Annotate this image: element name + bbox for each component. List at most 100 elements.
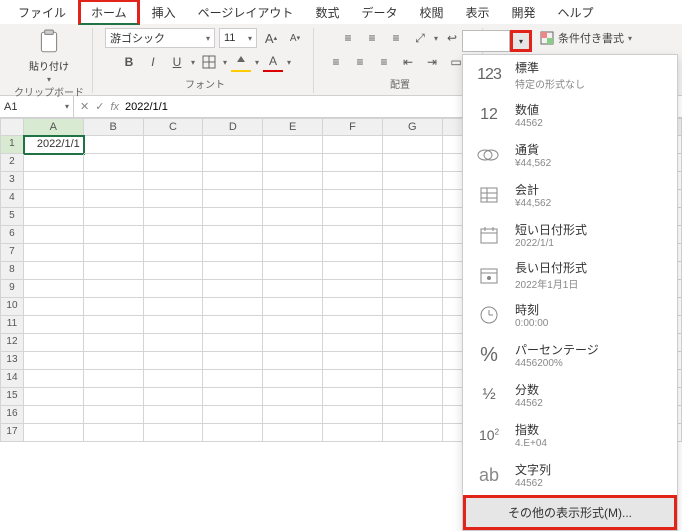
cell[interactable]: [323, 316, 383, 334]
cell[interactable]: [263, 280, 323, 298]
font-name-select[interactable]: 游ゴシック ▾: [105, 28, 215, 48]
cell[interactable]: [263, 226, 323, 244]
menu-file[interactable]: ファイル: [8, 2, 76, 23]
row-header[interactable]: 17: [0, 424, 24, 442]
cell[interactable]: [323, 136, 383, 154]
cancel-formula-icon[interactable]: ✕: [80, 100, 89, 113]
column-header[interactable]: E: [263, 118, 323, 136]
row-header[interactable]: 11: [0, 316, 24, 334]
cell[interactable]: [323, 424, 383, 442]
cell[interactable]: [203, 352, 263, 370]
cell[interactable]: [203, 190, 263, 208]
cell[interactable]: [144, 316, 204, 334]
cell[interactable]: [323, 262, 383, 280]
menu-formulas[interactable]: 数式: [305, 2, 349, 23]
cell[interactable]: [203, 370, 263, 388]
cell[interactable]: [323, 280, 383, 298]
cell[interactable]: [323, 406, 383, 424]
cell[interactable]: [84, 262, 144, 280]
cell[interactable]: [24, 172, 84, 190]
italic-button[interactable]: I: [143, 52, 163, 72]
cell[interactable]: [84, 136, 144, 154]
cell[interactable]: [383, 172, 443, 190]
cell[interactable]: [323, 370, 383, 388]
cell[interactable]: [383, 406, 443, 424]
cell[interactable]: [144, 190, 204, 208]
cell[interactable]: [203, 280, 263, 298]
cell[interactable]: [84, 172, 144, 190]
column-header[interactable]: C: [144, 118, 204, 136]
cell[interactable]: [383, 136, 443, 154]
cell[interactable]: [84, 388, 144, 406]
cell[interactable]: [24, 424, 84, 442]
cell[interactable]: 2022/1/1: [24, 136, 84, 154]
cell[interactable]: [84, 226, 144, 244]
row-header[interactable]: 1: [0, 136, 24, 154]
paste-button[interactable]: 貼り付け ▾: [29, 28, 69, 84]
cell[interactable]: [263, 406, 323, 424]
cell[interactable]: [144, 172, 204, 190]
decrease-font-icon[interactable]: A▾: [285, 28, 305, 48]
row-header[interactable]: 12: [0, 334, 24, 352]
cell[interactable]: [24, 154, 84, 172]
cell[interactable]: [84, 316, 144, 334]
number-format-option[interactable]: 102 指数 4.E+04: [463, 415, 677, 455]
cell[interactable]: [263, 244, 323, 262]
align-bottom-icon[interactable]: ≡: [386, 28, 406, 48]
cell[interactable]: [323, 226, 383, 244]
cell[interactable]: [383, 388, 443, 406]
cell[interactable]: [323, 190, 383, 208]
row-header[interactable]: 4: [0, 190, 24, 208]
row-header[interactable]: 7: [0, 244, 24, 262]
cell[interactable]: [84, 352, 144, 370]
enter-formula-icon[interactable]: ✓: [95, 100, 104, 113]
number-format-option[interactable]: ab 文字列 44562: [463, 455, 677, 495]
cell[interactable]: [383, 352, 443, 370]
orientation-icon[interactable]: ⤢: [410, 28, 430, 48]
number-format-option[interactable]: 通貨 ¥44,562: [463, 135, 677, 175]
decrease-indent-icon[interactable]: ⇤: [398, 52, 418, 72]
cell[interactable]: [24, 226, 84, 244]
font-size-select[interactable]: 11 ▾: [219, 28, 257, 48]
row-header[interactable]: 8: [0, 262, 24, 280]
row-header[interactable]: 2: [0, 154, 24, 172]
cell[interactable]: [263, 262, 323, 280]
increase-indent-icon[interactable]: ⇥: [422, 52, 442, 72]
cell[interactable]: [84, 190, 144, 208]
row-header[interactable]: 15: [0, 388, 24, 406]
cell[interactable]: [144, 334, 204, 352]
cell[interactable]: [323, 244, 383, 262]
align-top-icon[interactable]: ≡: [338, 28, 358, 48]
cell[interactable]: [263, 136, 323, 154]
more-number-formats-button[interactable]: その他の表示形式(M)...: [463, 495, 677, 530]
cell[interactable]: [383, 190, 443, 208]
cell[interactable]: [84, 154, 144, 172]
cell[interactable]: [84, 424, 144, 442]
cell[interactable]: [203, 208, 263, 226]
cell[interactable]: [203, 226, 263, 244]
cell[interactable]: [24, 298, 84, 316]
cell[interactable]: [144, 352, 204, 370]
cell[interactable]: [24, 352, 84, 370]
cell[interactable]: [144, 226, 204, 244]
cell[interactable]: [24, 370, 84, 388]
cell[interactable]: [263, 298, 323, 316]
menu-page-layout[interactable]: ページレイアウト: [188, 2, 304, 23]
number-format-dropdown-button[interactable]: ▾: [510, 30, 532, 52]
select-all-corner[interactable]: [0, 118, 24, 136]
cell[interactable]: [323, 298, 383, 316]
cell[interactable]: [383, 370, 443, 388]
align-left-icon[interactable]: ≡: [326, 52, 346, 72]
cell[interactable]: [263, 154, 323, 172]
cell[interactable]: [383, 226, 443, 244]
cell[interactable]: [323, 334, 383, 352]
number-format-option[interactable]: 長い日付形式 2022年1月1日: [463, 255, 677, 295]
cell[interactable]: [203, 154, 263, 172]
row-header[interactable]: 3: [0, 172, 24, 190]
row-header[interactable]: 13: [0, 352, 24, 370]
cell[interactable]: [203, 136, 263, 154]
wrap-text-button[interactable]: ↩: [442, 28, 462, 48]
cell[interactable]: [203, 334, 263, 352]
column-header[interactable]: A: [24, 118, 84, 136]
cell[interactable]: [203, 406, 263, 424]
